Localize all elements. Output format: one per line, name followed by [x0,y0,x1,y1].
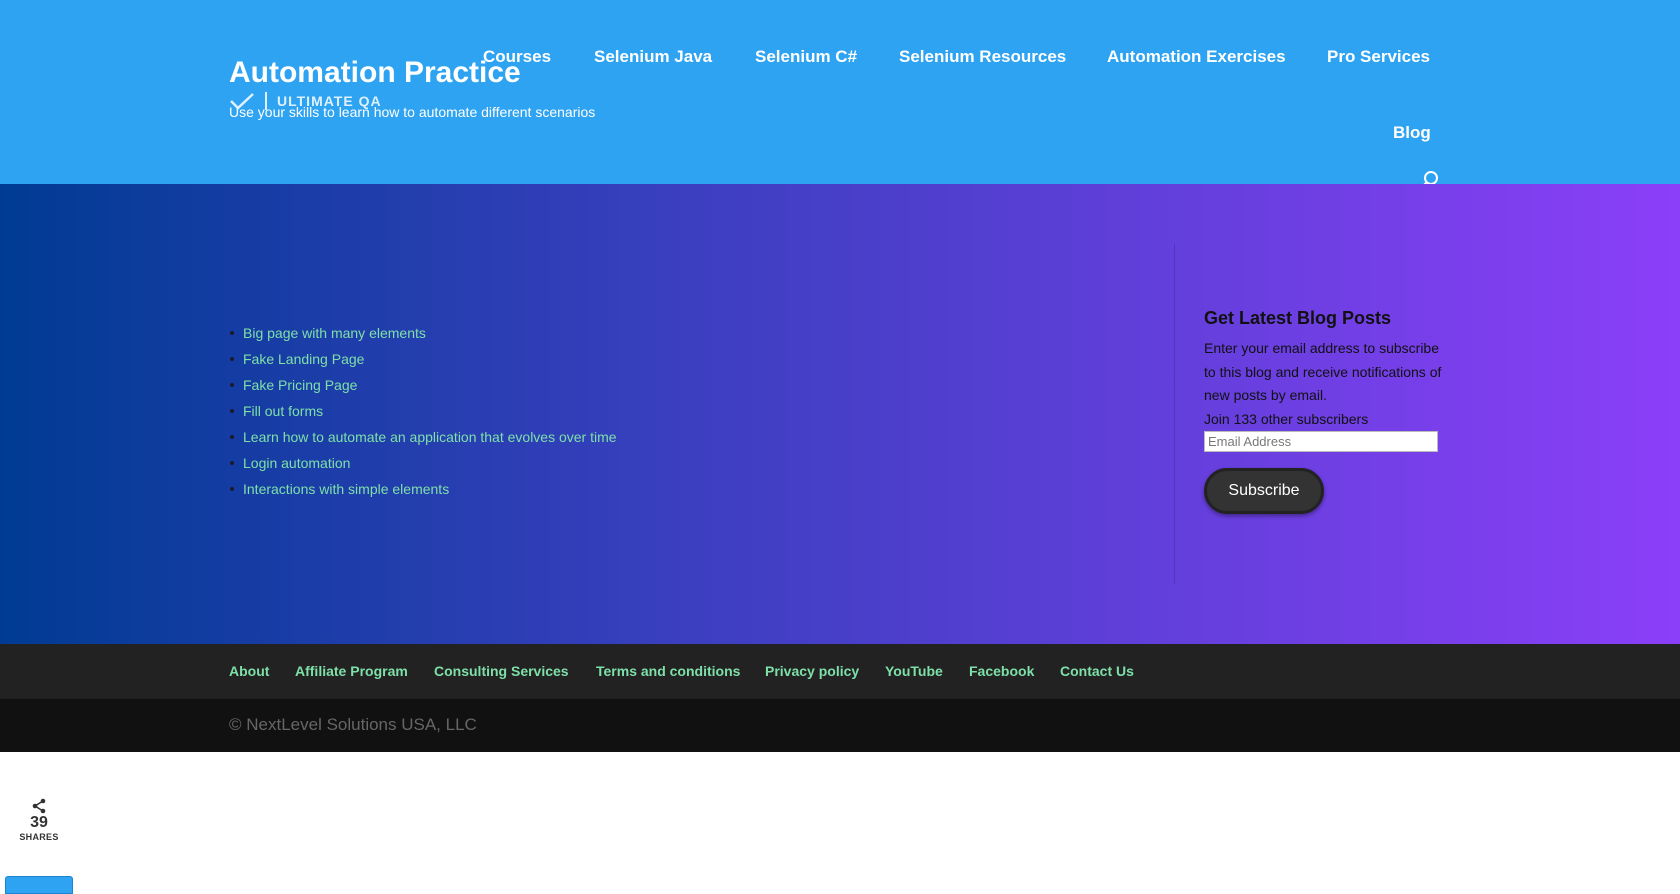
sidebar-divider [1174,244,1175,584]
site-header: Automation Practice ULTIMATE QA Use your… [0,0,1680,188]
link-evolving-app[interactable]: Learn how to automate an application tha… [243,429,617,445]
footer-link-terms[interactable]: Terms and conditions [596,663,740,679]
widget-title: Get Latest Blog Posts [1204,308,1392,328]
list-item: Learn how to automate an application tha… [230,424,617,450]
list-item: Interactions with simple elements [230,476,617,502]
footer-link-youtube[interactable]: YouTube [885,663,943,679]
share-counter: 39 SHARES [14,798,64,842]
share-count: 39 [30,814,48,831]
footer-link-affiliate-program[interactable]: Affiliate Program [295,663,408,679]
nav-blog[interactable]: Blog [1393,123,1431,143]
list-item: Login automation [230,450,617,476]
widget-description: Enter your email address to subscribe to… [1204,340,1442,403]
nav-selenium-java[interactable]: Selenium Java [594,47,712,67]
subscriber-count: Join 133 other subscribers [1204,410,1369,427]
email-field[interactable] [1204,431,1438,452]
share-label: SHARES [19,832,59,842]
share-icon [32,798,46,814]
list-item: Fake Landing Page [230,346,617,372]
list-item: Fake Pricing Page [230,372,617,398]
link-login-automation[interactable]: Login automation [243,455,350,471]
main-content: Big page with many elements Fake Landing… [0,184,1680,644]
footer-bottom: © NextLevel Solutions USA, LLC [0,699,1680,752]
facebook-share-button[interactable] [5,876,73,894]
footer-link-facebook[interactable]: Facebook [969,663,1034,679]
link-simple-elements[interactable]: Interactions with simple elements [243,481,449,497]
list-item: Fill out forms [230,398,617,424]
site-tagline: Use your skills to learn how to automate… [229,104,596,120]
nav-courses[interactable]: Courses [483,47,551,67]
subscribe-button[interactable]: Subscribe [1204,468,1324,514]
link-fill-out-forms[interactable]: Fill out forms [243,403,323,419]
nav-automation-exercises[interactable]: Automation Exercises [1107,47,1286,67]
footer-link-about[interactable]: About [229,663,269,679]
list-item: Big page with many elements [230,320,617,346]
footer-link-contact[interactable]: Contact Us [1060,663,1134,679]
link-fake-pricing-page[interactable]: Fake Pricing Page [243,377,357,393]
subscribe-widget: Get Latest Blog Posts Enter your email a… [1204,308,1454,514]
site-title[interactable]: Automation Practice [229,56,521,90]
footer-link-consulting-services[interactable]: Consulting Services [434,663,569,679]
nav-pro-services[interactable]: Pro Services [1327,47,1430,67]
footer-link-privacy[interactable]: Privacy policy [765,663,859,679]
link-fake-landing-page[interactable]: Fake Landing Page [243,351,364,367]
link-big-page[interactable]: Big page with many elements [243,325,426,341]
copyright-text: © NextLevel Solutions USA, LLC [229,715,477,734]
nav-selenium-csharp[interactable]: Selenium C# [755,47,857,67]
exercise-links-list: Big page with many elements Fake Landing… [230,320,617,502]
nav-selenium-resources[interactable]: Selenium Resources [899,47,1066,67]
footer-nav: About Affiliate Program Consulting Servi… [0,644,1680,699]
